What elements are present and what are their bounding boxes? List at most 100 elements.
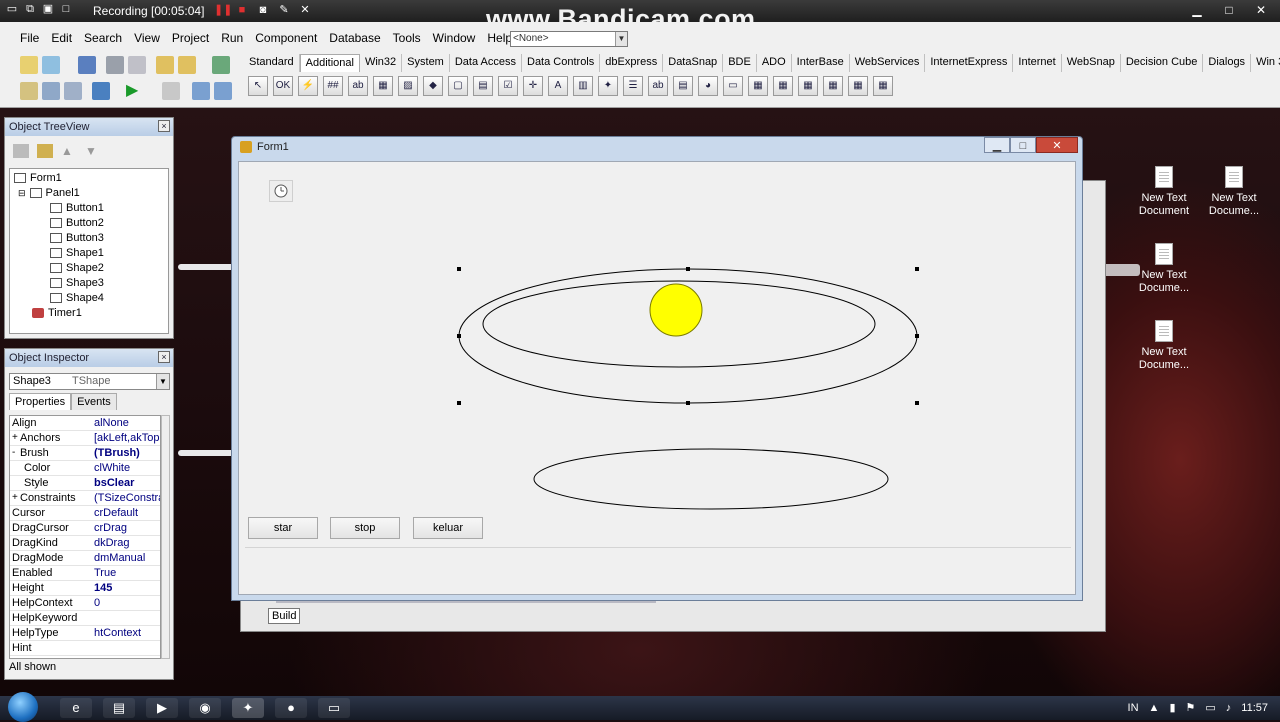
maximize-icon[interactable]: □ [1010, 137, 1036, 153]
stop-button[interactable]: stop [330, 517, 400, 539]
bevel-icon[interactable]: ▢ [448, 76, 468, 96]
restore-icon[interactable]: ⧉ [24, 3, 36, 15]
tab-decision-cube[interactable]: Decision Cube [1121, 54, 1204, 72]
property-value[interactable]: (TBrush) [94, 447, 160, 459]
view-unit-icon[interactable] [20, 82, 38, 100]
property-row[interactable]: Align alNone [10, 416, 160, 431]
explorer-icon[interactable]: ▤ [103, 698, 135, 718]
property-value[interactable]: clWhite [94, 462, 160, 474]
property-value[interactable]: crDrag [94, 522, 160, 534]
help-icon[interactable] [212, 56, 230, 74]
tab-datasnap[interactable]: DataSnap [663, 54, 724, 72]
tree-item-button2[interactable]: Button2 [50, 217, 104, 229]
step-over-icon[interactable] [214, 82, 232, 100]
tree-item-panel1[interactable]: ⊟ Panel1 [18, 187, 80, 199]
desktop-icon-text-document[interactable]: New Text Document [1131, 166, 1197, 218]
maximize-icon[interactable]: □ [1218, 2, 1240, 18]
tab-properties[interactable]: Properties [9, 393, 72, 410]
tab-data-access[interactable]: Data Access [450, 54, 522, 72]
desktop-icon-text-document[interactable]: New Text Docume... [1201, 166, 1267, 218]
tab-standard[interactable]: Standard [244, 54, 300, 72]
property-value[interactable]: dmManual [94, 552, 160, 564]
property-row[interactable]: - Brush (TBrush) [10, 446, 160, 461]
window-icon[interactable]: ▭ [6, 3, 18, 15]
tab-system[interactable]: System [402, 54, 450, 72]
tab-interbase[interactable]: InterBase [792, 54, 850, 72]
close-icon[interactable]: ✕ [1250, 2, 1272, 18]
delphi-icon[interactable]: ✦ [232, 698, 264, 718]
property-value[interactable]: dkDrag [94, 537, 160, 549]
pointer-icon[interactable]: ↖ [248, 76, 268, 96]
property-row[interactable]: DragCursor crDrag [10, 521, 160, 536]
tree-item-timer1[interactable]: Timer1 [32, 307, 82, 319]
tab-ado[interactable]: ADO [757, 54, 792, 72]
scrollbox-icon[interactable]: ▤ [473, 76, 493, 96]
object-selector[interactable]: Shape3 TShape ▼ [9, 373, 170, 390]
folder-icon[interactable]: ▣ [42, 3, 54, 15]
menu-search[interactable]: Search [78, 28, 128, 48]
delete-item-icon[interactable] [37, 144, 53, 158]
tab-dialogs[interactable]: Dialogs [1203, 54, 1252, 72]
tab-dbexpress[interactable]: dbExpress [600, 54, 664, 72]
property-value[interactable]: [akLeft,akTop [94, 432, 160, 444]
add-file-icon[interactable] [156, 56, 174, 74]
keluar-button[interactable]: keluar [413, 517, 483, 539]
menu-database[interactable]: Database [323, 28, 386, 48]
tree-item-shape4[interactable]: Shape4 [50, 292, 104, 304]
flag-icon[interactable]: ⚑ [1186, 701, 1196, 714]
colorbox-icon[interactable]: ▤ [673, 76, 693, 96]
close-icon[interactable]: × [158, 120, 170, 132]
tab-build[interactable]: Build [268, 608, 301, 624]
tray-expand-icon[interactable]: ▲ [1149, 702, 1160, 714]
toggle-form-unit-icon[interactable] [64, 82, 82, 100]
expand-icon[interactable]: + [12, 492, 18, 503]
arrow-up-icon[interactable]: ▲ [61, 144, 77, 158]
customizedlg-icon[interactable]: ▦ [873, 76, 893, 96]
property-row[interactable]: Hint [10, 641, 160, 656]
language-indicator[interactable]: IN [1128, 702, 1139, 714]
valuelisteditor-icon[interactable]: ☰ [623, 76, 643, 96]
checklistbox-icon[interactable]: ☑ [498, 76, 518, 96]
property-row[interactable]: Cursor crDefault [10, 506, 160, 521]
tree-item-shape1[interactable]: Shape1 [50, 247, 104, 259]
battery-icon[interactable]: ▭ [1205, 701, 1215, 714]
new-item-icon[interactable] [13, 144, 29, 158]
menu-edit[interactable]: Edit [45, 28, 78, 48]
property-row[interactable]: DragKind dkDrag [10, 536, 160, 551]
shape1-sun[interactable] [649, 283, 703, 337]
minimize-icon[interactable]: ▁ [1186, 2, 1208, 18]
clock[interactable]: 11:57 [1241, 702, 1268, 714]
tab-websnap[interactable]: WebSnap [1062, 54, 1121, 72]
stringgrid-icon[interactable]: ab [348, 76, 368, 96]
tab-webservices[interactable]: WebServices [850, 54, 926, 72]
property-value[interactable]: htContext [94, 627, 160, 639]
pause-icon[interactable]: ❚❚ [214, 3, 232, 17]
pause-icon[interactable] [162, 82, 180, 100]
speedbutton-icon[interactable]: ⚡ [298, 76, 318, 96]
splitter-icon[interactable]: ✛ [523, 76, 543, 96]
menu-run[interactable]: Run [215, 28, 249, 48]
view-form-icon[interactable] [42, 82, 60, 100]
drawgrid-icon[interactable]: ▦ [373, 76, 393, 96]
maskedit-icon[interactable]: ## [323, 76, 343, 96]
controlbar-icon[interactable]: ▥ [573, 76, 593, 96]
property-value[interactable]: crDefault [94, 507, 160, 519]
tree-item-button1[interactable]: Button1 [50, 202, 104, 214]
desktop-layout-combo[interactable]: <None> ▼ [510, 31, 628, 47]
property-row[interactable]: Style bsClear [10, 476, 160, 491]
property-row[interactable]: Color clWhite [10, 461, 160, 476]
new-icon[interactable] [20, 56, 38, 74]
property-value[interactable]: alNone [94, 417, 160, 429]
camera-icon[interactable]: ◙ [256, 3, 270, 17]
new-form-icon[interactable] [92, 82, 110, 100]
minimize-icon[interactable]: ▁ [984, 137, 1010, 153]
star-button[interactable]: star [248, 517, 318, 539]
property-row[interactable]: + Anchors [akLeft,akTop [10, 431, 160, 446]
tab-data-controls[interactable]: Data Controls [522, 54, 601, 72]
chart-icon[interactable]: ◕ [698, 76, 718, 96]
tree-item-form1[interactable]: Form1 [14, 172, 62, 184]
menu-tools[interactable]: Tools [387, 28, 427, 48]
close-icon[interactable]: × [158, 351, 170, 363]
square-icon[interactable]: □ [60, 3, 72, 15]
tab-internetexpress[interactable]: InternetExpress [925, 54, 1014, 72]
